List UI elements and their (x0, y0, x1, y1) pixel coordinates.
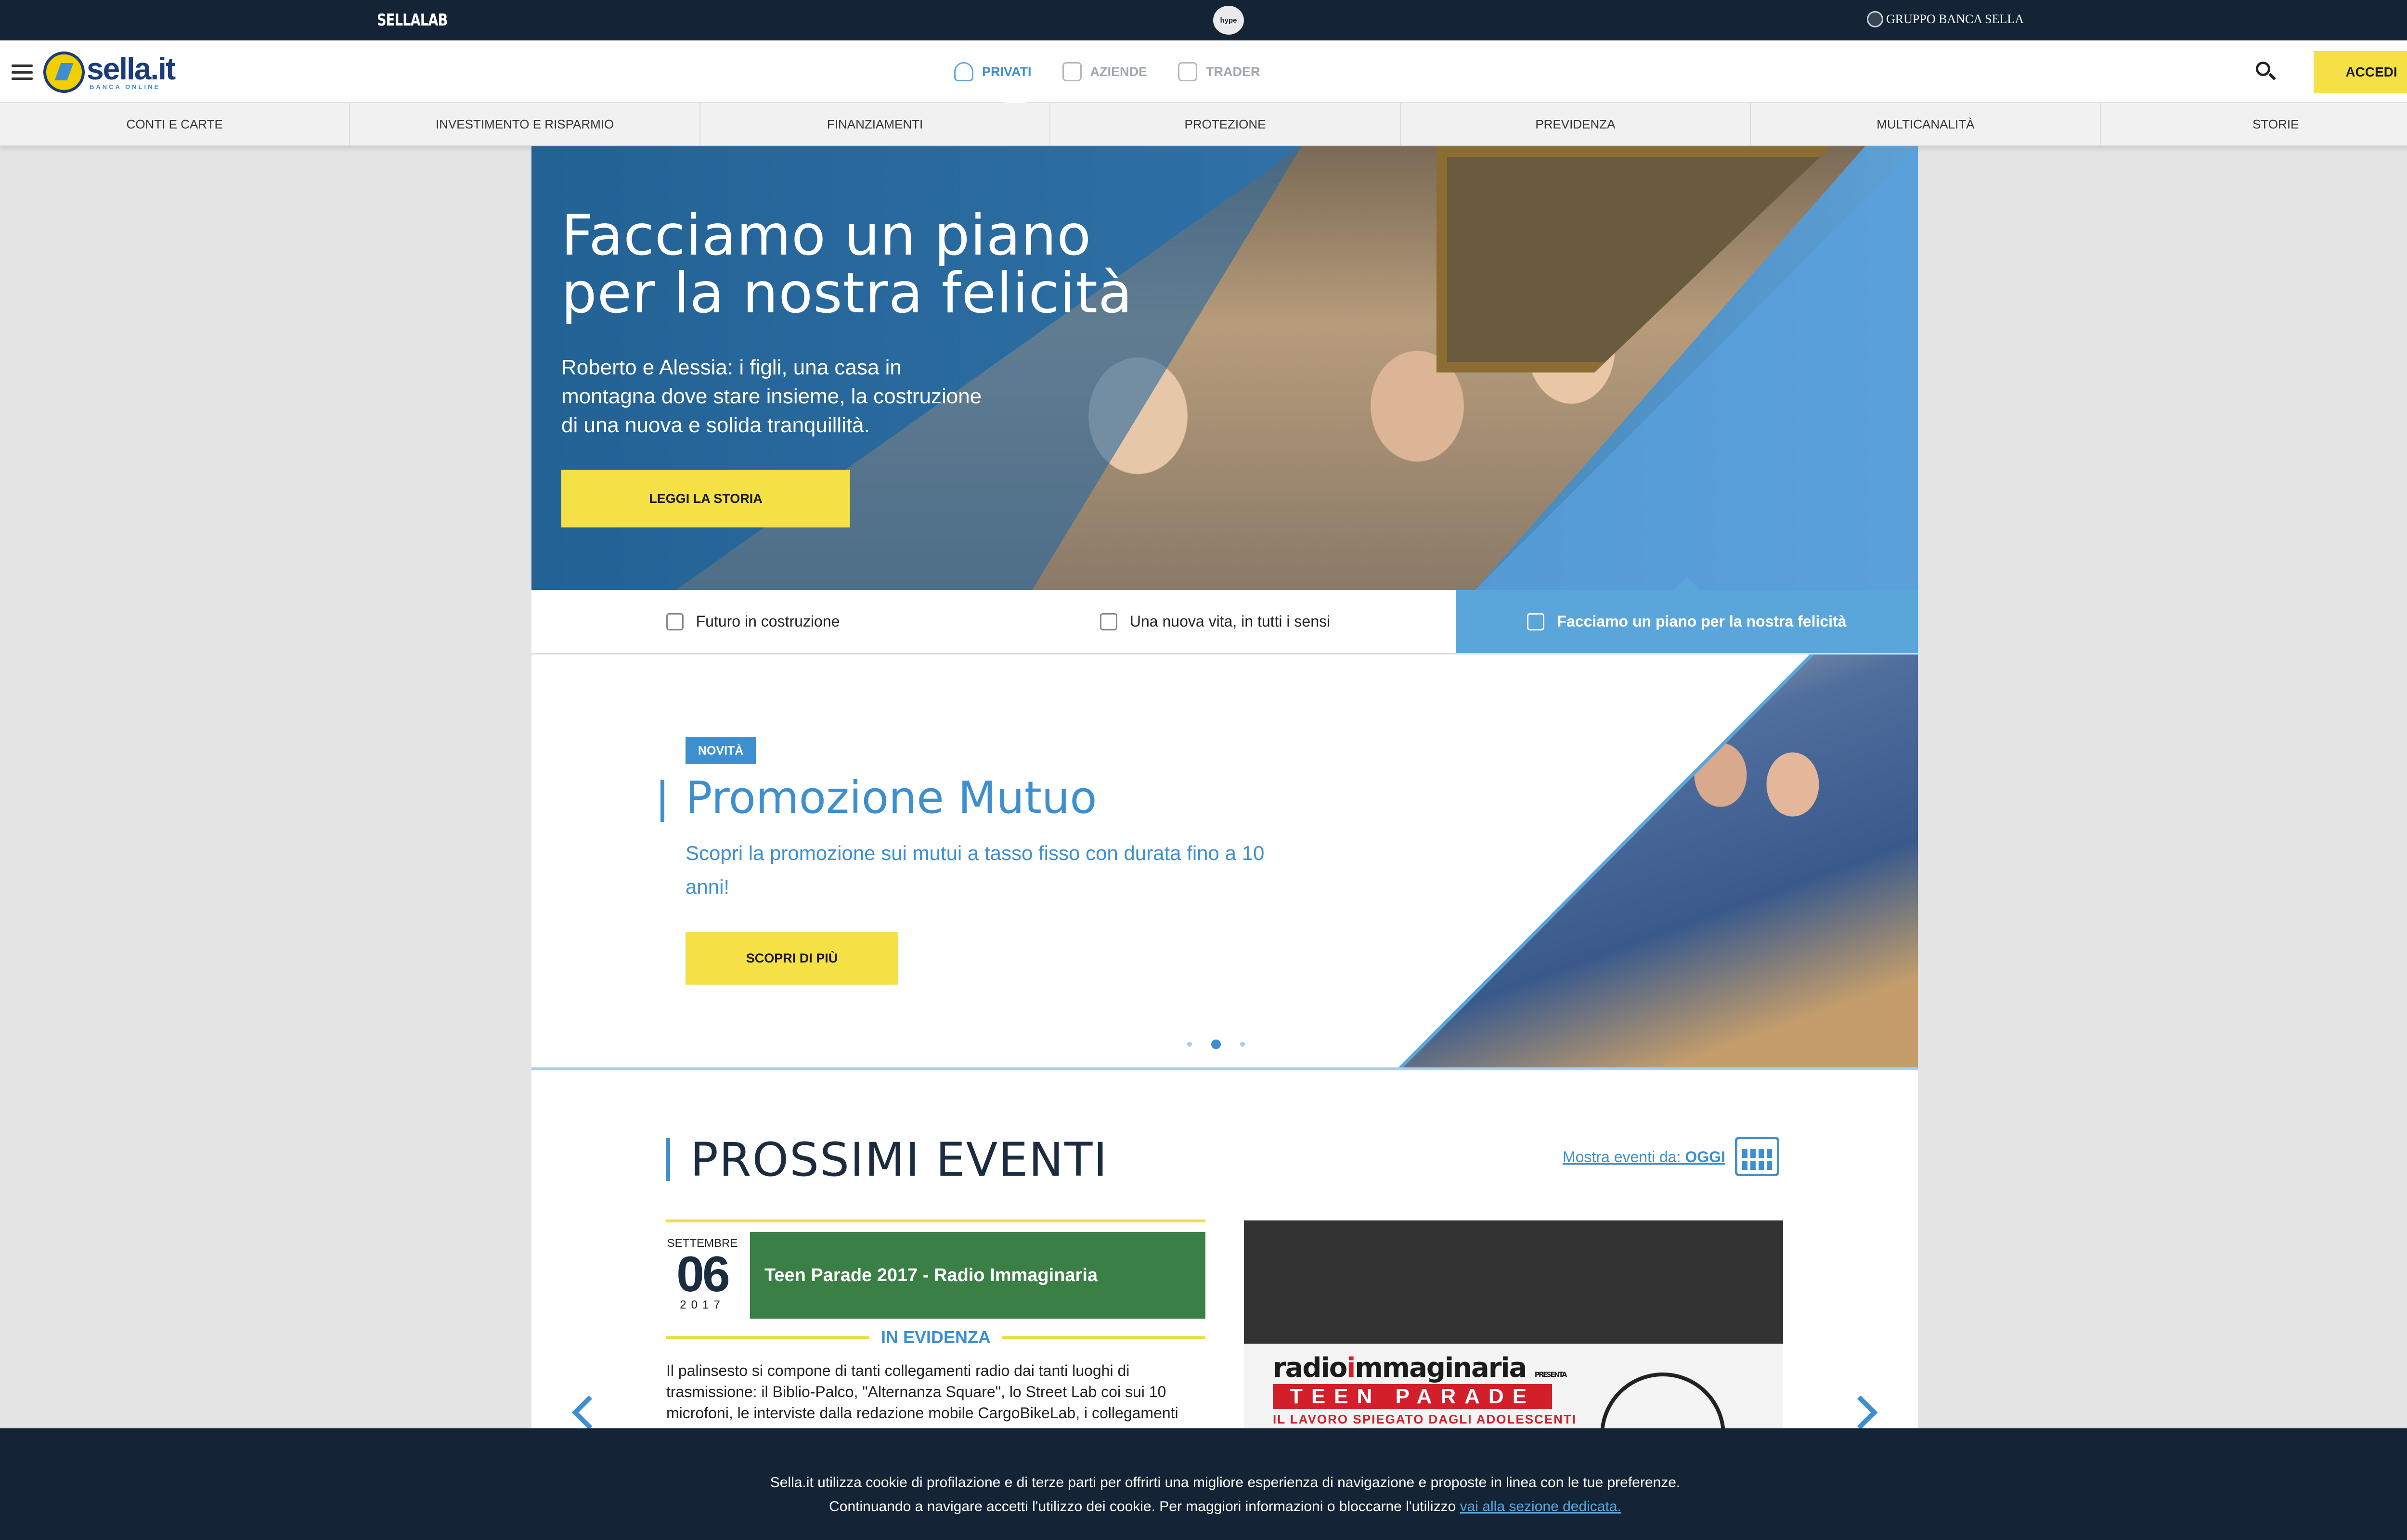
calendar-icon[interactable] (1735, 1137, 1779, 1176)
story-tab-piano-felicita[interactable]: Facciamo un piano per la nostra felicità (1456, 590, 1918, 653)
story-tab-futuro[interactable]: Futuro in costruzione (531, 590, 974, 653)
accedi-button[interactable]: ACCEDI (2314, 51, 2407, 93)
in-evidenza-divider: IN EVIDENZA (666, 1327, 1205, 1348)
sella-logo[interactable]: sella.it BANCA ONLINE (43, 51, 176, 93)
promo-carousel: NOVITÀ Promozione Mutuo Scopri la promoz… (531, 654, 1918, 1070)
teen-parade-banner: TEEN PARADE (1273, 1384, 1552, 1409)
presenta-label: PRESENTA (1534, 1371, 1567, 1379)
nav-protezione[interactable]: PROTEZIONE (1050, 103, 1401, 145)
event-title[interactable]: Teen Parade 2017 - Radio Immaginaria (750, 1232, 1205, 1319)
story-tab-label: Facciamo un piano per la nostra felicità (1557, 613, 1847, 630)
events-title: PROSSIMI EVENTI (690, 1133, 1108, 1187)
cookie-policy-link[interactable]: vai alla sezione dedicata. (1460, 1499, 1621, 1514)
promo-title: Promozione Mutuo (686, 772, 1097, 823)
logo-part-c: mmaginaria (1355, 1352, 1527, 1384)
event-day: 06 (676, 1246, 730, 1302)
segment-tabs: PRIVATI AZIENDE TRADER (939, 40, 1276, 103)
seal-icon (1867, 11, 1883, 27)
story-tab-label: Una nuova vita, in tutti i sensi (1129, 613, 1331, 630)
hype-logo[interactable]: hype (1213, 6, 1244, 35)
leggi-la-storia-button[interactable]: LEGGI LA STORIA (561, 470, 850, 527)
radio-immaginaria-logo: radioimmaginaria PRESENTA (1273, 1352, 1567, 1384)
tab-label: TRADER (1206, 64, 1260, 79)
top-bar: SELLALAB hype GRUPPO BANCA SELLA (0, 0, 2407, 40)
carousel-dots (1187, 1040, 1245, 1049)
logo-part-a: radio (1273, 1352, 1347, 1384)
logo-mark-icon (43, 51, 85, 93)
filter-label: Mostra eventi da: (1563, 1148, 1681, 1166)
carousel-dot-1[interactable] (1187, 1042, 1192, 1047)
baby-icon (1100, 613, 1117, 630)
tab-label: AZIENDE (1090, 64, 1148, 79)
carousel-dot-2[interactable] (1211, 1040, 1221, 1049)
event-tagline: IL LAVORO SPIEGATO DAGLI ADOLESCENTI (1273, 1412, 1577, 1426)
chart-icon (1178, 62, 1198, 81)
event-description: Il palinsesto si compone di tanti colleg… (666, 1362, 1178, 1422)
event-card[interactable]: SETTEMBRE 06 2017 Teen Parade 2017 - Rad… (666, 1219, 1205, 1460)
tab-trader[interactable]: TRADER (1163, 40, 1276, 103)
promo-text: Scopri la promozione sui mutui a tasso f… (686, 842, 1265, 898)
events-next-arrow-icon[interactable] (1853, 1396, 1873, 1429)
carousel-dot-3[interactable] (1240, 1042, 1245, 1047)
story-tabs: Futuro in costruzione Una nuova vita, in… (531, 590, 1918, 654)
cookie-banner: Sella.it utilizza cookie di profilazione… (0, 1428, 2407, 1540)
hero-title: Facciamo un piano per la nostra felicità (561, 203, 1133, 326)
nav-investimento[interactable]: INVESTIMENTO E RISPARMIO (350, 103, 700, 145)
sellalab-link[interactable]: SELLALAB (377, 11, 448, 30)
story-tab-label: Futuro in costruzione (696, 613, 840, 630)
scopri-di-piu-button[interactable]: SCOPRI DI PIÙ (686, 932, 898, 985)
nav-storie[interactable]: STORIE (2101, 103, 2407, 145)
tab-label: PRIVATI (982, 64, 1032, 79)
hero-banner: Facciamo un piano per la nostra felicità… (531, 146, 1918, 590)
gruppo-banca-sella-link[interactable]: GRUPPO BANCA SELLA (1867, 11, 2024, 27)
main-header: sella.it BANCA ONLINE PRIVATI AZIENDE TR… (0, 40, 2407, 103)
tab-aziende[interactable]: AZIENDE (1047, 40, 1163, 103)
story-tab-nuova-vita[interactable]: Una nuova vita, in tutti i sensi (974, 590, 1456, 653)
category-nav: CONTI E CARTE INVESTIMENTO E RISPARMIO F… (0, 103, 2407, 146)
cookie-line2: Continuando a navigare accetti l'utilizz… (829, 1499, 1456, 1514)
cookie-text-2: Continuando a navigare accetti l'utilizz… (0, 1495, 2407, 1519)
event-date: SETTEMBRE 06 2017 (666, 1237, 738, 1312)
logo-brand: sella.it (87, 51, 176, 86)
page: SELLALAB hype GRUPPO BANCA SELLA sella.i… (0, 0, 2407, 1540)
tab-privati[interactable]: PRIVATI (939, 40, 1047, 103)
logo-part-b: i (1346, 1352, 1356, 1384)
close-icon[interactable] (2405, 1443, 2407, 1464)
nav-previdenza[interactable]: PREVIDENZA (1401, 103, 1751, 145)
hammer-icon (666, 613, 684, 630)
building-icon (1062, 62, 1082, 81)
nav-multicanalita[interactable]: MULTICANALITÀ (1751, 103, 2101, 145)
events-filter-link[interactable]: Mostra eventi da: OGGI (1563, 1148, 1725, 1166)
gruppo-label: GRUPPO BANCA SELLA (1886, 12, 2024, 26)
hero-text: Roberto e Alessia: i figli, una casa in … (561, 356, 982, 437)
search-icon[interactable] (2256, 62, 2278, 84)
hamburger-icon[interactable] (12, 64, 33, 80)
nav-finanziamenti[interactable]: FINANZIAMENTI (700, 103, 1051, 145)
events-prev-arrow-icon[interactable] (573, 1396, 592, 1429)
novita-badge: NOVITÀ (686, 737, 756, 764)
house-icon (1527, 613, 1545, 630)
in-evidenza-label: IN EVIDENZA (880, 1327, 991, 1347)
nav-conti-e-carte[interactable]: CONTI E CARTE (0, 103, 350, 145)
filter-value: OGGI (1685, 1148, 1725, 1166)
person-icon (954, 62, 973, 81)
cookie-text-1: Sella.it utilizza cookie di profilazione… (770, 1475, 1681, 1490)
